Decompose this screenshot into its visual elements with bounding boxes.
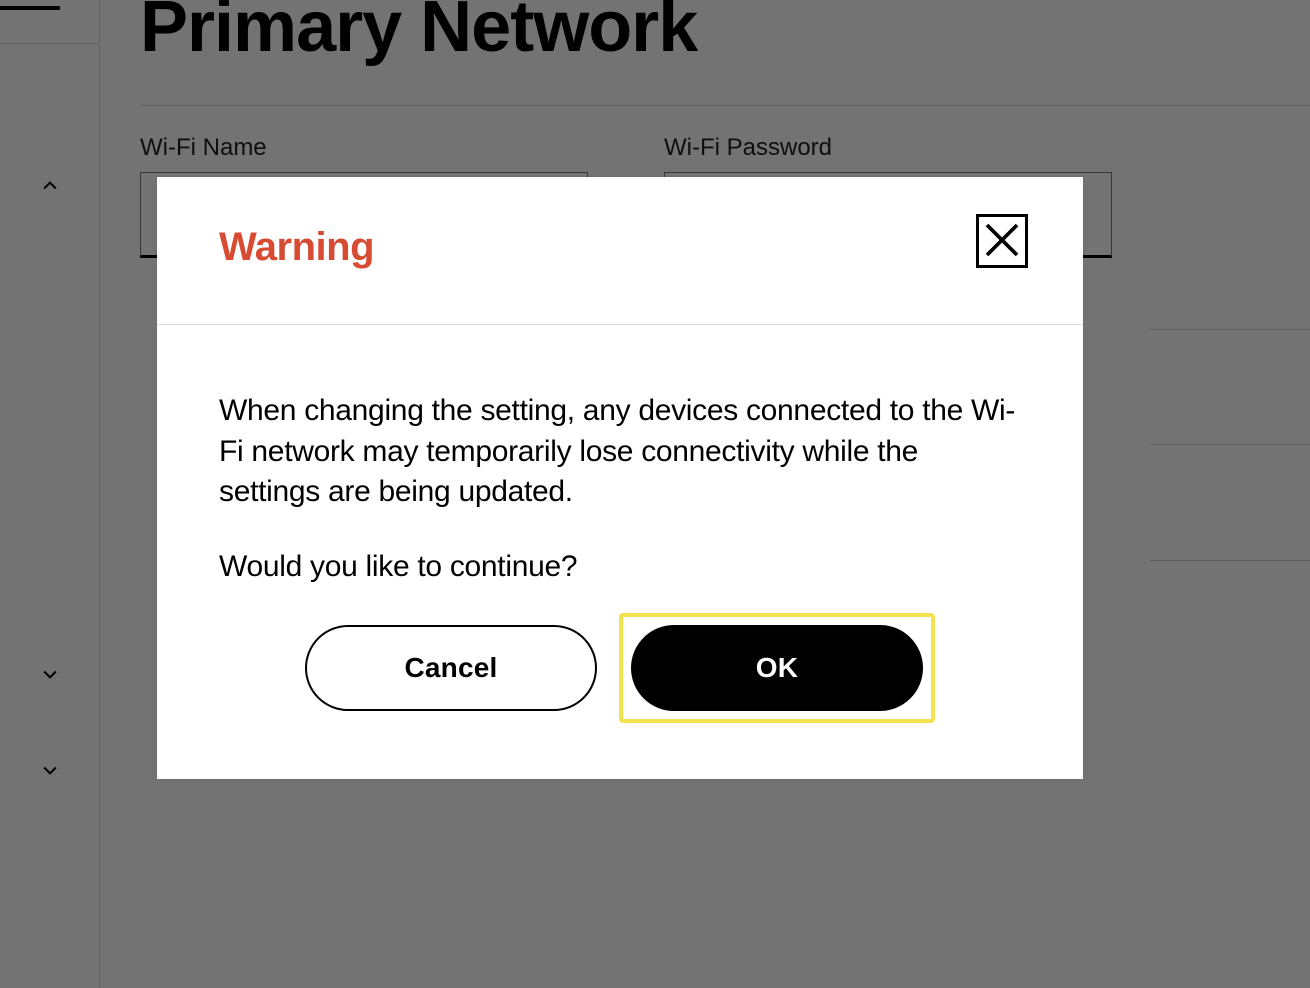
ok-button-highlight: OK [619, 613, 935, 723]
modal-body-text-1: When changing the setting, any devices c… [219, 391, 1021, 513]
modal-body-text-2: Would you like to continue? [219, 547, 1021, 588]
close-button[interactable] [976, 214, 1028, 268]
cancel-button[interactable]: Cancel [305, 625, 597, 711]
modal-actions: Cancel OK [157, 613, 1083, 723]
modal-header: Warning [157, 177, 1083, 325]
warning-modal: Warning When changing the setting, any d… [157, 177, 1083, 779]
close-icon [982, 220, 1022, 263]
modal-body: When changing the setting, any devices c… [157, 325, 1083, 587]
ok-button[interactable]: OK [631, 625, 923, 711]
modal-title: Warning [219, 225, 374, 270]
